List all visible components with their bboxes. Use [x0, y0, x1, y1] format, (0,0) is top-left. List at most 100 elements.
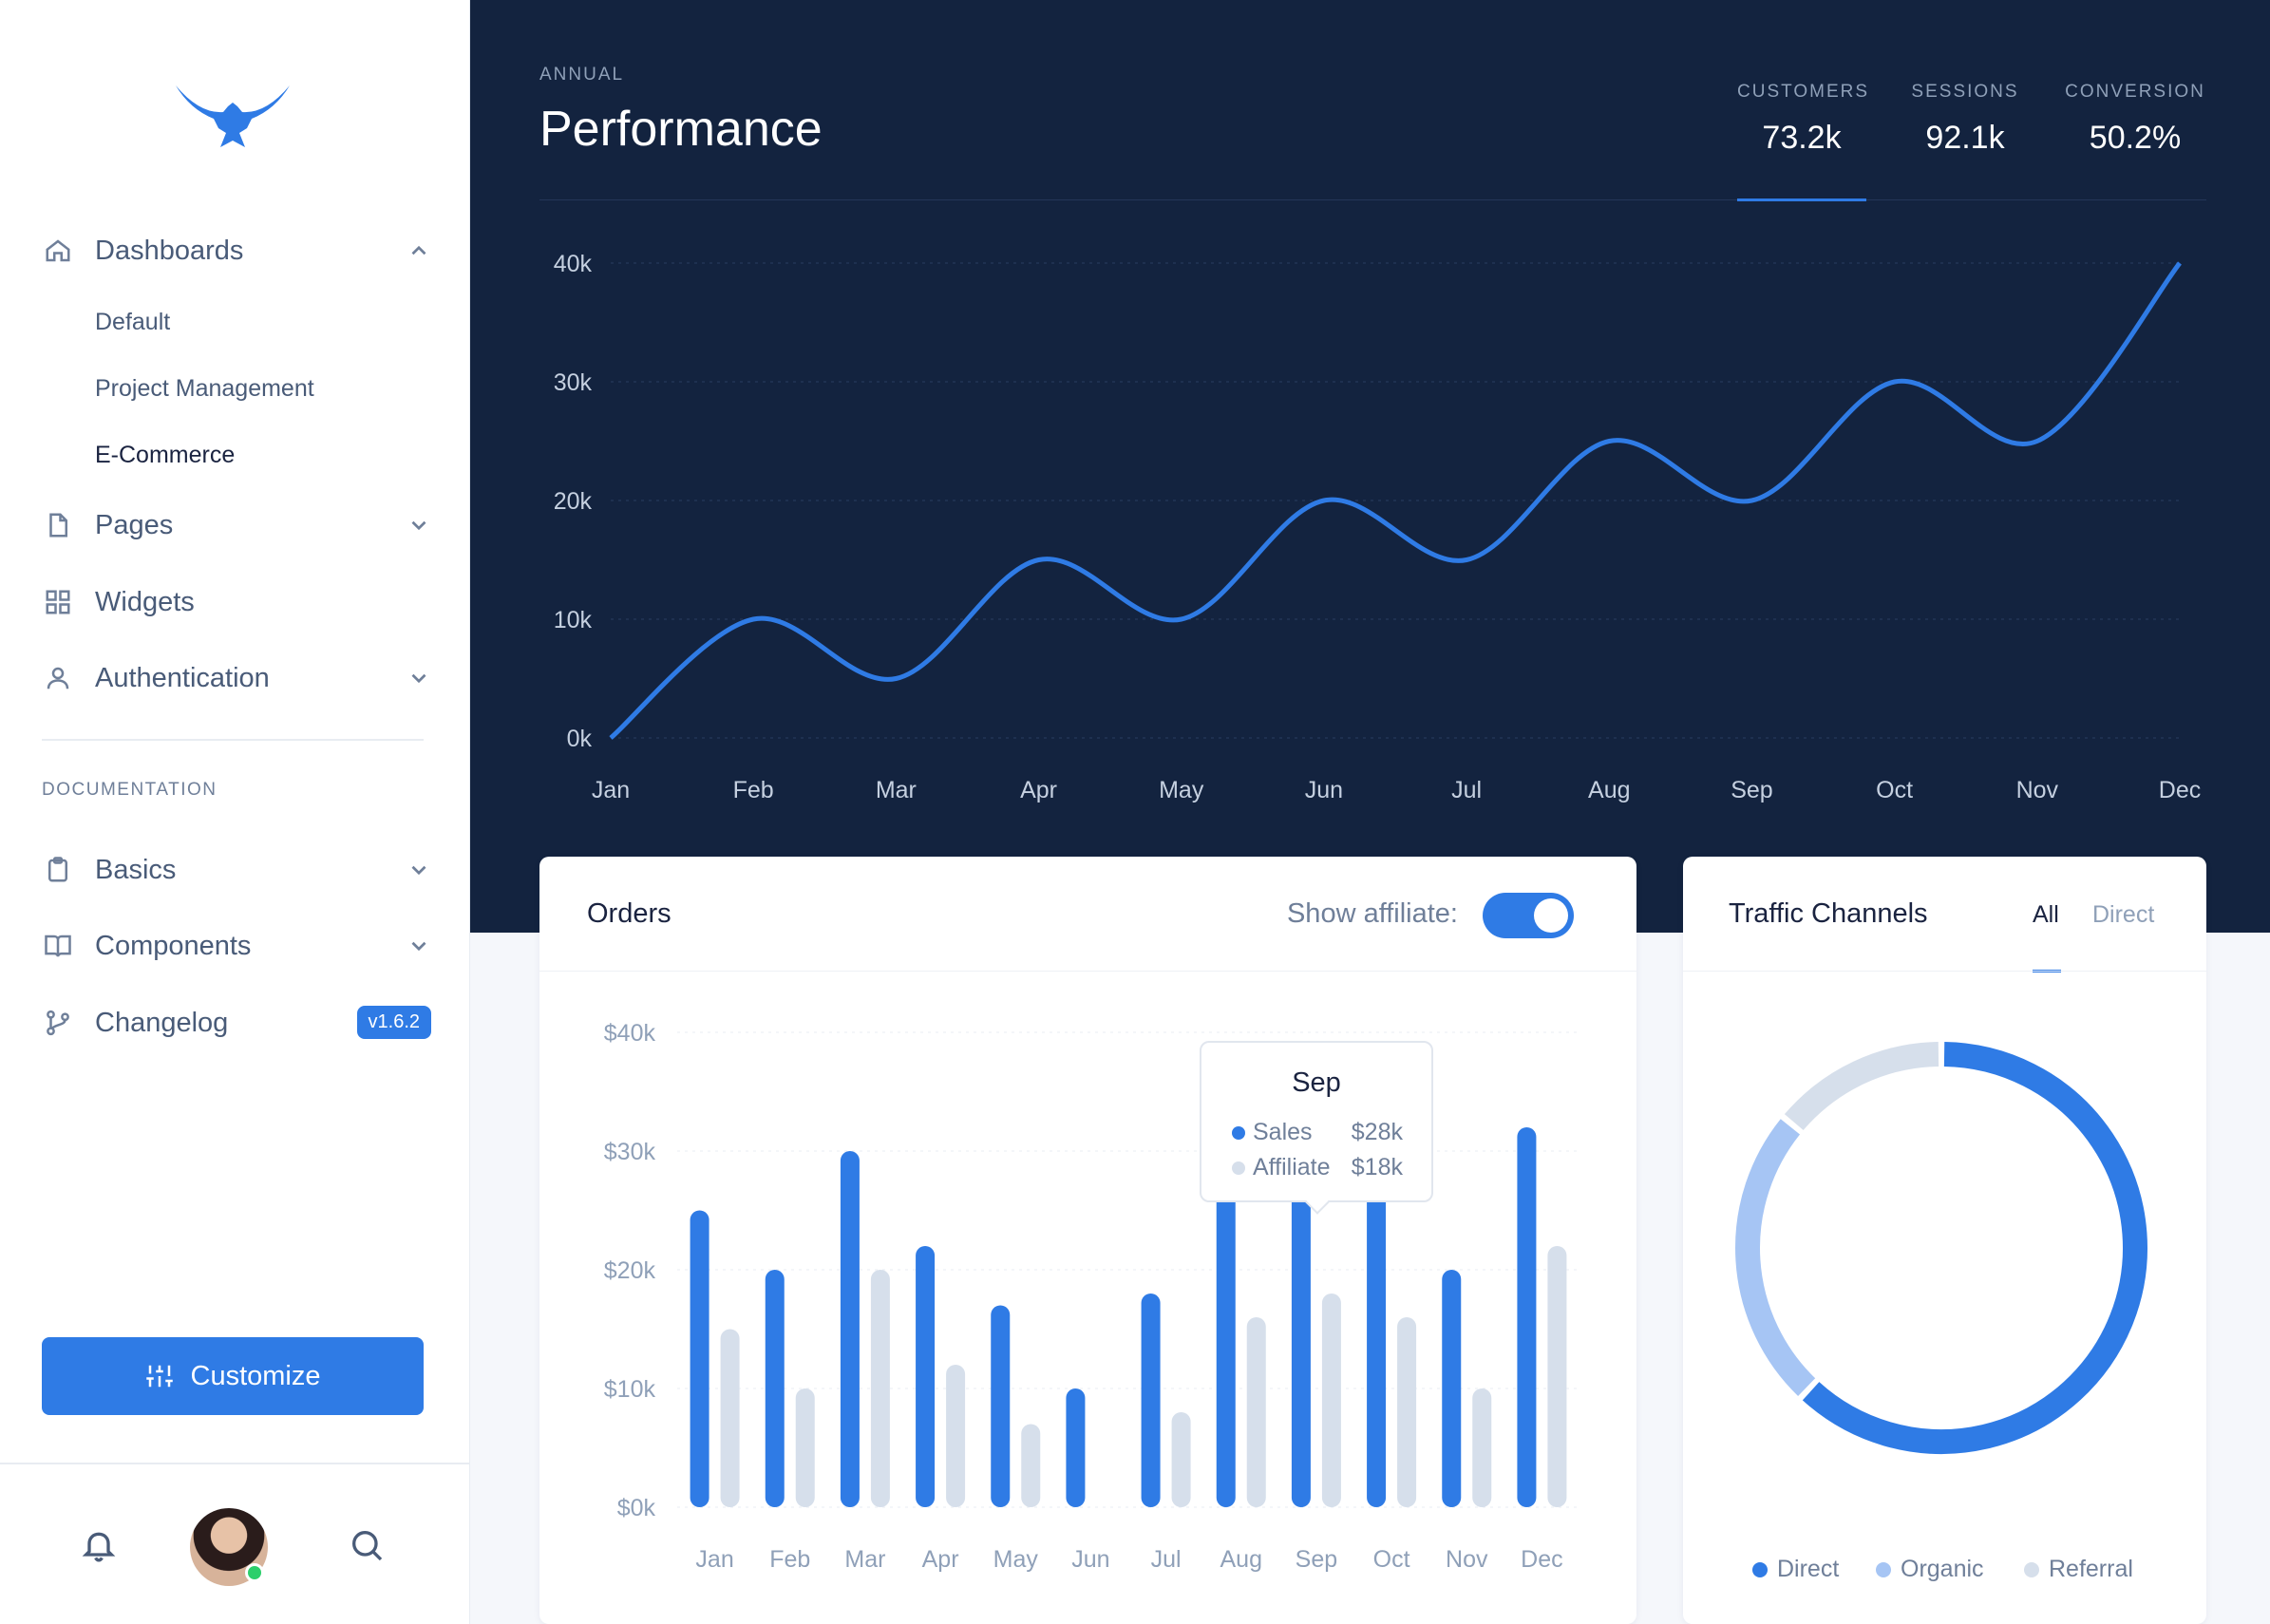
sidebar-item-basics[interactable]: Basics [42, 843, 431, 897]
x-tick-label: Dec [2159, 777, 2201, 803]
x-tick-label: Jan [695, 1546, 733, 1573]
bar-sales[interactable] [1066, 1388, 1086, 1507]
bar-sales[interactable] [991, 1305, 1011, 1508]
x-tick-label: Apr [922, 1546, 959, 1573]
bar-sales[interactable] [1141, 1294, 1161, 1507]
donut-slice-organic[interactable] [1735, 1119, 1816, 1396]
bar-affiliate[interactable] [946, 1365, 966, 1507]
tab-all[interactable]: All [2033, 901, 2059, 929]
toggle-knob [1534, 898, 1568, 933]
x-tick-label: Jun [1071, 1546, 1109, 1573]
x-tick-label: Mar [876, 777, 917, 803]
legend-dot [1752, 1561, 1768, 1577]
sidebar-item-pages[interactable]: Pages [42, 499, 431, 552]
user-icon [42, 662, 74, 694]
bar-affiliate[interactable] [1547, 1246, 1567, 1507]
bar-sales[interactable] [765, 1270, 785, 1507]
bar-affiliate[interactable] [1021, 1424, 1041, 1508]
card-divider [539, 971, 1636, 972]
traffic-title: Traffic Channels [1729, 898, 1928, 929]
legend-label: Referral [2049, 1556, 2133, 1582]
customize-button[interactable]: Customize [42, 1337, 424, 1415]
bar-sales[interactable] [690, 1210, 709, 1508]
bar-affiliate[interactable] [1321, 1294, 1341, 1507]
x-tick-label: Sep [1296, 1546, 1337, 1573]
x-tick-label: Feb [733, 777, 774, 803]
x-tick-label: Jan [592, 777, 630, 803]
sidebar-item-label: Authentication [95, 662, 270, 693]
bar-sales[interactable] [1367, 1175, 1387, 1507]
file-icon [42, 509, 74, 541]
bar-affiliate[interactable] [1246, 1317, 1266, 1507]
x-tick-label: Mar [844, 1546, 885, 1573]
sidebar-subitem-project-management[interactable]: Project Management [95, 375, 314, 403]
stat-sessions[interactable]: SESSIONS 92.1k [1904, 82, 2026, 157]
bar-sales[interactable] [916, 1246, 936, 1507]
sidebar-item-label: Basics [95, 854, 177, 885]
affiliate-toggle-label: Show affiliate: [1286, 898, 1458, 929]
y-tick-label: $20k [604, 1257, 656, 1284]
sales-dot [1232, 1125, 1245, 1140]
tooltip-sales-label: Sales [1253, 1119, 1313, 1145]
sidebar-subitem-ecommerce[interactable]: E-Commerce [95, 442, 235, 469]
donut-slice-referral[interactable] [1784, 1042, 1939, 1131]
x-tick-label: May [993, 1546, 1039, 1573]
affiliate-toggle[interactable] [1483, 893, 1574, 938]
stat-conversion[interactable]: CONVERSION 50.2% [2059, 82, 2211, 157]
bar-affiliate[interactable] [870, 1270, 890, 1507]
chevron-down-icon [411, 520, 426, 531]
stat-customers[interactable]: CUSTOMERS 73.2k [1737, 82, 1867, 157]
stat-label: CONVERSION [2065, 82, 2205, 102]
sidebar-subitem-default[interactable]: Default [95, 309, 170, 336]
sidebar-item-label: Dashboards [95, 235, 244, 266]
bar-sales[interactable] [840, 1151, 860, 1507]
search-icon[interactable] [348, 1526, 386, 1564]
stat-label: SESSIONS [1911, 82, 2019, 102]
header-divider [539, 199, 2206, 200]
tab-direct[interactable]: Direct [2092, 901, 2154, 929]
sidebar-divider [42, 739, 424, 741]
section-title-documentation: DOCUMENTATION [42, 780, 218, 800]
sidebar-item-changelog[interactable]: Changelog v1.6.2 [42, 996, 431, 1049]
legend-direct: Direct [1752, 1556, 1839, 1583]
bar-affiliate[interactable] [795, 1388, 815, 1507]
tooltip-sales-row: Sales [1232, 1119, 1313, 1146]
page-title: Performance [539, 102, 823, 157]
legend-label: Organic [1901, 1556, 1984, 1582]
customize-label: Customize [190, 1360, 321, 1391]
y-tick-label: 10k [554, 607, 593, 633]
bar-affiliate[interactable] [1472, 1388, 1492, 1507]
active-stat-indicator [1737, 198, 1866, 201]
book-icon [42, 930, 74, 962]
y-tick-label: 0k [567, 726, 593, 752]
bar-affiliate[interactable] [720, 1329, 740, 1508]
tooltip-affiliate-label: Affiliate [1253, 1154, 1331, 1180]
sidebar: Dashboards Default Project Management E-… [0, 0, 470, 1624]
x-tick-label: Feb [769, 1546, 810, 1573]
affiliate-dot [1232, 1161, 1245, 1175]
sidebar-item-widgets[interactable]: Widgets [42, 576, 431, 629]
bar-sales[interactable] [1291, 1175, 1311, 1507]
bar-sales[interactable] [1517, 1127, 1537, 1507]
x-tick-label: Sep [1731, 777, 1772, 803]
donut-slice-direct[interactable] [1802, 1042, 2147, 1454]
y-tick-label: 30k [554, 369, 593, 396]
clipboard-icon [42, 854, 74, 886]
bar-sales[interactable] [1442, 1270, 1462, 1507]
sliders-icon [145, 1365, 173, 1388]
y-tick-label: $30k [604, 1139, 656, 1165]
bar-affiliate[interactable] [1397, 1317, 1417, 1507]
tooltip-affiliate-row: Affiliate [1232, 1154, 1331, 1181]
bar-sales[interactable] [1216, 1175, 1236, 1507]
sidebar-item-authentication[interactable]: Authentication [42, 651, 431, 705]
orders-bar-chart: $0k $10k $20k $30k $40k Jan Feb Mar Apr May Jun Jul… [604, 1020, 1580, 1573]
sidebar-item-dashboards[interactable]: Dashboards [42, 224, 431, 277]
stat-value: 50.2% [2089, 120, 2182, 156]
tooltip-title: Sep [1292, 1067, 1341, 1098]
orders-title: Orders [587, 898, 672, 929]
legend-label: Direct [1777, 1556, 1840, 1582]
bar-affiliate[interactable] [1171, 1412, 1191, 1507]
sidebar-item-components[interactable]: Components [42, 919, 431, 973]
git-branch-icon [42, 1007, 74, 1039]
bell-icon[interactable] [80, 1526, 118, 1564]
